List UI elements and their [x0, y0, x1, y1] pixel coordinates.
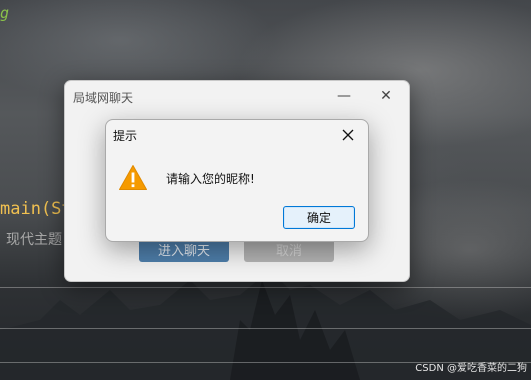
dialog-title: 提示: [113, 129, 138, 143]
dialog-close-button[interactable]: [336, 124, 360, 146]
minimize-icon: —: [337, 88, 351, 104]
close-icon: ✕: [380, 88, 392, 104]
alert-dialog: 提示 请输入您的昵称! 确定: [105, 119, 369, 242]
close-icon: [342, 129, 354, 141]
background-code-line: g: [0, 4, 10, 22]
window-close-button[interactable]: ✕: [373, 85, 399, 107]
watermark: CSDN @爱吃香菜的二狗: [415, 363, 527, 374]
minimize-button[interactable]: —: [331, 85, 357, 107]
background-code-comment: 现代主题: [6, 232, 62, 248]
dialog-message: 请输入您的昵称!: [166, 172, 255, 186]
ok-button[interactable]: 确定: [283, 206, 355, 229]
editor-divider-line: [0, 287, 531, 288]
warning-icon: [119, 165, 147, 190]
window-title: 局域网聊天: [73, 91, 134, 105]
background-code-main: main(St: [0, 199, 72, 219]
editor-divider-line: [0, 328, 531, 329]
